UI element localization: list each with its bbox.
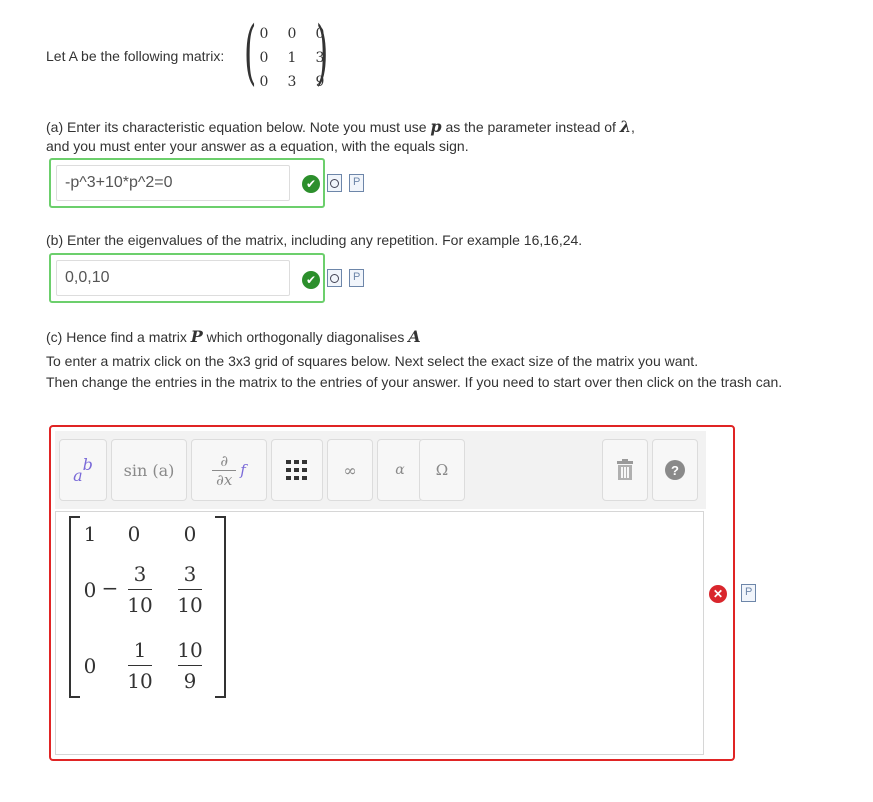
part-a-text-rest: as the parameter instead of bbox=[445, 119, 616, 135]
matrix-cell: 3 bbox=[287, 74, 297, 90]
minus-sign: − bbox=[101, 576, 119, 600]
deriv-numerator: ∂ bbox=[220, 451, 229, 470]
deriv-f: f bbox=[240, 461, 246, 479]
part-c-text: (c) Hence find a matrix bbox=[46, 329, 187, 345]
part-a-comma: , bbox=[631, 119, 635, 135]
matrix-entry-fraction[interactable]: 3 10 bbox=[172, 562, 208, 617]
part-c-line2: To enter a matrix click on the 3x3 grid … bbox=[46, 353, 699, 369]
fraction-denominator: 10 bbox=[127, 593, 153, 617]
right-paren: ) bbox=[316, 11, 329, 93]
matrix-cell: 0 bbox=[287, 26, 297, 42]
alpha-icon: α bbox=[395, 462, 405, 478]
math-input-field[interactable]: 1 0 0 0 − 3 10 3 10 0 1 10 10 9 bbox=[55, 511, 704, 755]
matrix-entry[interactable]: 0 bbox=[80, 578, 100, 602]
matrix-cell: 0 bbox=[259, 50, 269, 66]
matrix-cell: 0 bbox=[259, 74, 269, 90]
given-matrix: ( 0 0 0 0 1 3 0 3 9 ) bbox=[244, 12, 334, 98]
matrix-entry[interactable]: 1 bbox=[80, 522, 100, 546]
syntax-help-icon[interactable] bbox=[349, 269, 364, 287]
calculus-button[interactable]: ∂ ∂x f bbox=[191, 439, 267, 501]
matrix-cell: 0 bbox=[259, 26, 269, 42]
fraction-denominator: 10 bbox=[177, 593, 203, 617]
correct-check-icon: ✔ bbox=[302, 271, 320, 289]
infinity-button[interactable]: ∞ bbox=[327, 439, 373, 501]
superscript-exp: b bbox=[82, 454, 93, 474]
intro-text: Let A be the following matrix: bbox=[46, 48, 225, 64]
trash-icon bbox=[617, 459, 633, 480]
answer-a-container: -p^3+10*p^2=0 ✔ bbox=[49, 158, 325, 208]
correct-check-icon: ✔ bbox=[302, 175, 320, 193]
lambda-symbol: λ bbox=[619, 117, 632, 136]
superscript-button[interactable]: a b bbox=[59, 439, 107, 501]
part-c-text-b: which orthogonally diagonalises bbox=[206, 329, 405, 345]
part-a-text: (a) Enter its characteristic equation be… bbox=[46, 119, 427, 135]
symbols-button[interactable]: Ω bbox=[419, 439, 465, 501]
part-a-line2: and you must enter your answer as a equa… bbox=[46, 138, 469, 154]
omega-icon: Ω bbox=[435, 461, 449, 479]
matrix-entry[interactable]: 0 bbox=[180, 522, 200, 546]
matrix-entry-fraction[interactable]: 3 10 bbox=[122, 562, 158, 617]
fraction-denominator: 9 bbox=[183, 669, 197, 693]
greek-letters-button[interactable]: α bbox=[377, 439, 423, 501]
matrix-entry[interactable]: 0 bbox=[124, 522, 144, 546]
deriv-denominator: ∂x bbox=[216, 470, 233, 489]
var-p: p bbox=[430, 117, 442, 136]
fraction-numerator: 3 bbox=[183, 562, 197, 586]
fraction-bar bbox=[128, 665, 152, 666]
incorrect-x-icon: ✕ bbox=[709, 585, 727, 603]
infinity-icon: ∞ bbox=[343, 460, 357, 480]
fraction-numerator: 10 bbox=[177, 638, 203, 662]
derivative-fraction: ∂ ∂x bbox=[212, 451, 237, 489]
fraction-numerator: 3 bbox=[133, 562, 147, 586]
functions-button[interactable]: sin (a) bbox=[111, 439, 187, 501]
part-a-line1: (a) Enter its characteristic equation be… bbox=[46, 117, 635, 136]
fraction-denominator: 10 bbox=[127, 669, 153, 693]
help-icon: ? bbox=[665, 460, 685, 480]
part-b-line1: (b) Enter the eigenvalues of the matrix,… bbox=[46, 232, 583, 248]
fraction-bar bbox=[178, 665, 202, 666]
matrix-entry-fraction[interactable]: 1 10 bbox=[122, 638, 158, 693]
trash-button[interactable] bbox=[602, 439, 648, 501]
preview-icon[interactable] bbox=[327, 269, 342, 287]
matrix-editor: a b sin (a) ∂ ∂x f ∞ α Ω ? 1 0 0 0 − 3 1… bbox=[49, 425, 735, 761]
fraction-bar bbox=[178, 589, 202, 590]
matrix-grid-button[interactable] bbox=[271, 439, 323, 501]
answer-b-input[interactable]: 0,0,10 bbox=[56, 260, 290, 296]
preview-icon[interactable] bbox=[327, 174, 342, 192]
fraction-bar bbox=[128, 589, 152, 590]
matrix-entry-fraction[interactable]: 10 9 bbox=[172, 638, 208, 693]
editor-toolbar: a b sin (a) ∂ ∂x f ∞ α Ω ? bbox=[55, 431, 706, 509]
syntax-help-icon[interactable] bbox=[741, 584, 756, 602]
superscript-base: a bbox=[73, 465, 83, 485]
matrix-grid-icon bbox=[286, 460, 307, 480]
var-A: A bbox=[408, 327, 421, 346]
matrix-cell: 1 bbox=[287, 50, 297, 66]
matrix-entry[interactable]: 0 bbox=[80, 654, 100, 678]
right-bracket bbox=[215, 516, 226, 698]
part-c-line1: (c) Hence find a matrix P which orthogon… bbox=[46, 327, 421, 346]
help-button[interactable]: ? bbox=[652, 439, 698, 501]
part-c-line3: Then change the entries in the matrix to… bbox=[46, 374, 783, 390]
var-P: P bbox=[190, 327, 203, 346]
syntax-help-icon[interactable] bbox=[349, 174, 364, 192]
answer-a-input[interactable]: -p^3+10*p^2=0 bbox=[56, 165, 290, 201]
fraction-numerator: 1 bbox=[133, 638, 147, 662]
answer-b-container: 0,0,10 ✔ bbox=[49, 253, 325, 303]
functions-label: sin (a) bbox=[123, 460, 175, 480]
